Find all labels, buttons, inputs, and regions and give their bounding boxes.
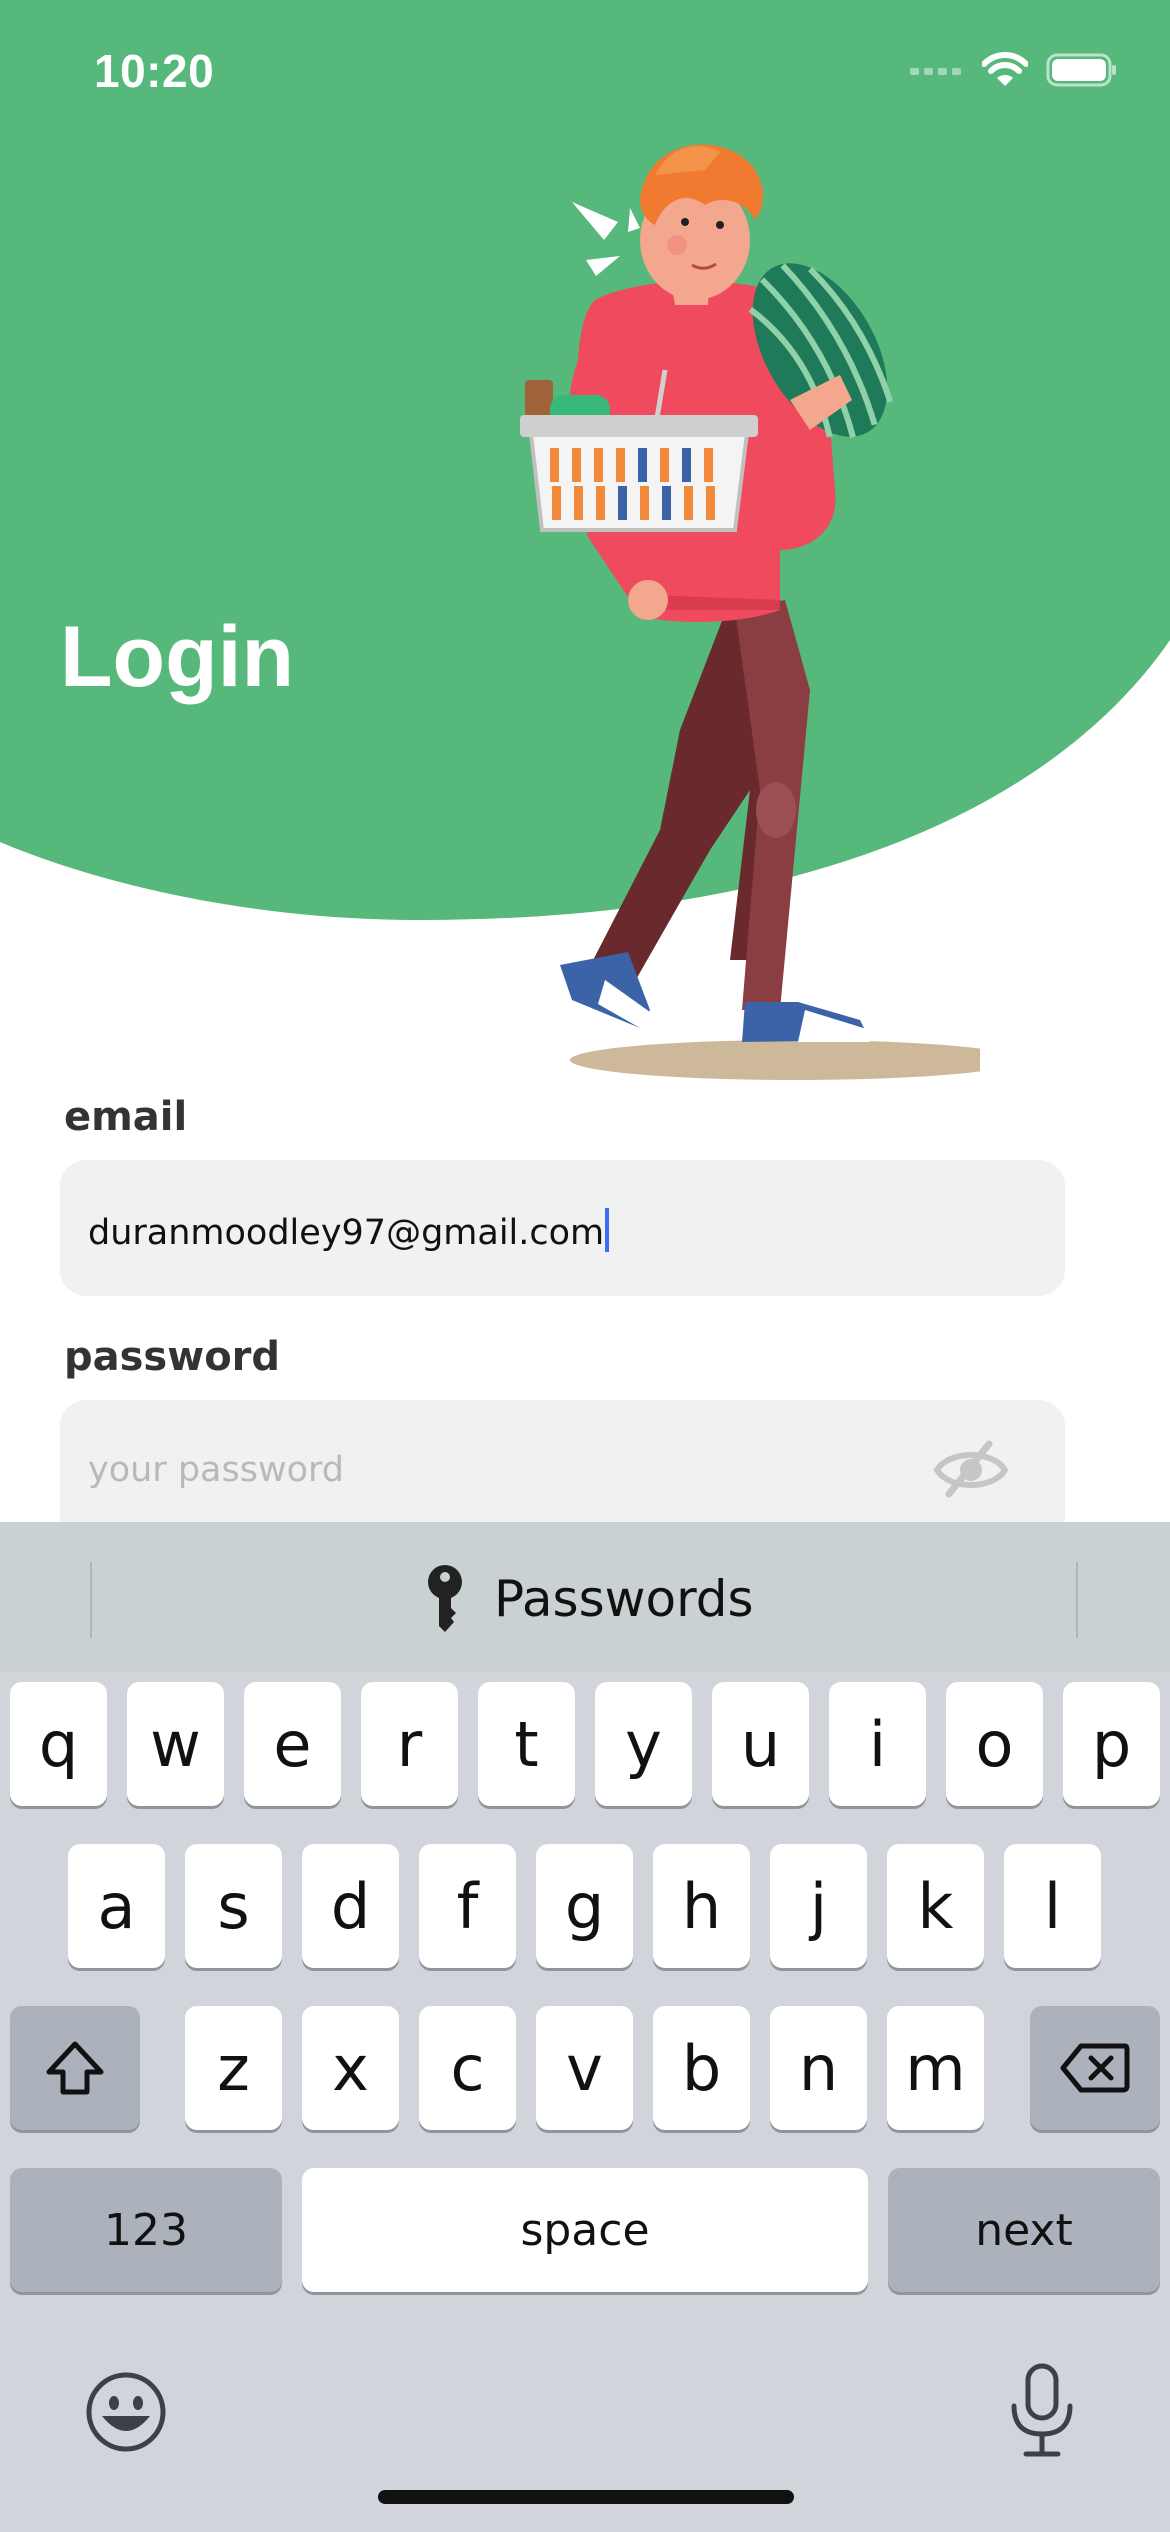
key-b[interactable]: b [653,2006,750,2130]
key-p[interactable]: p [1063,1682,1160,1806]
key-e[interactable]: e [244,1682,341,1806]
key-k[interactable]: k [887,1844,984,1968]
backspace-key[interactable] [1030,2006,1160,2130]
key-w[interactable]: w [127,1682,224,1806]
key-j[interactable]: j [770,1844,867,1968]
battery-icon [1046,53,1116,87]
passwords-label: Passwords [494,1570,754,1628]
wifi-icon [982,52,1028,86]
email-field-value: duranmoodley97@gmail.com [88,1208,610,1253]
status-time: 10:20 [94,45,215,97]
page-title: Login [60,609,295,705]
shift-key[interactable] [10,2006,140,2130]
email-field[interactable]: duranmoodley97@gmail.com [60,1160,1065,1296]
email-value-text: duranmoodley97@gmail.com [88,1213,605,1253]
backspace-icon [1060,2043,1130,2093]
shopper-illustration [520,144,980,1080]
password-field[interactable]: your password [60,1400,1065,1522]
eye-slash-icon[interactable] [931,1440,1011,1500]
key-q[interactable]: q [10,1682,107,1806]
keyboard-suggestion-bar: Passwords [0,1522,1170,1672]
password-placeholder: your password [88,1450,344,1490]
key-c[interactable]: c [419,2006,516,2130]
key-h[interactable]: h [653,1844,750,1968]
passwords-suggestion[interactable]: Passwords [424,1564,754,1634]
key-g[interactable]: g [536,1844,633,1968]
key-s[interactable]: s [185,1844,282,1968]
email-label: email [64,1094,188,1140]
key-i[interactable]: i [829,1682,926,1806]
emoji-icon[interactable] [84,2370,168,2454]
microphone-icon[interactable] [1006,2362,1078,2462]
key-x[interactable]: x [302,2006,399,2130]
key-o[interactable]: o [946,1682,1043,1806]
shift-icon [46,2041,104,2095]
home-indicator [378,2490,794,2504]
key-t[interactable]: t [478,1682,575,1806]
key-f[interactable]: f [419,1844,516,1968]
numbers-key[interactable]: 123 [10,2168,282,2292]
cellular-signal-icon [910,68,961,75]
key-y[interactable]: y [595,1682,692,1806]
key-r[interactable]: r [361,1682,458,1806]
key-l[interactable]: l [1004,1844,1101,1968]
key-d[interactable]: d [302,1844,399,1968]
key-z[interactable]: z [185,2006,282,2130]
key-u[interactable]: u [712,1682,809,1806]
key-v[interactable]: v [536,2006,633,2130]
key-m[interactable]: m [887,2006,984,2130]
suggestion-divider [1076,1562,1078,1638]
status-bar: 10:20 [0,0,1170,150]
space-key[interactable]: space [302,2168,868,2292]
onscreen-keyboard: Passwords q w e r t y u i o p a s d f g … [0,1522,1170,2532]
password-label: password [64,1334,281,1380]
key-a[interactable]: a [68,1844,165,1968]
next-key[interactable]: next [888,2168,1160,2292]
status-icons [910,52,1118,88]
text-caret [605,1208,610,1252]
suggestion-divider [90,1562,92,1638]
key-icon [428,1565,462,1632]
key-n[interactable]: n [770,2006,867,2130]
